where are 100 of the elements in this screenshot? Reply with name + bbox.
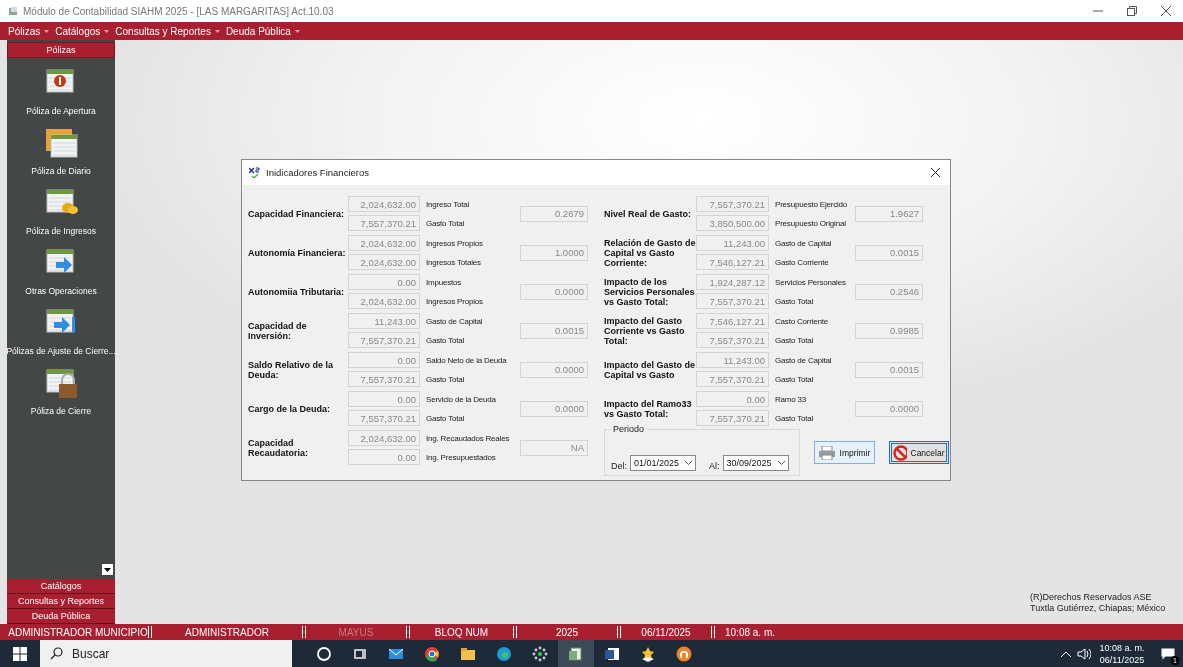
sidebar-item[interactable]: Póliza de Ingresos <box>26 186 96 244</box>
result-field[interactable]: 0.0015 <box>855 361 923 378</box>
amount-field[interactable]: 3,850,500.00 <box>696 215 769 231</box>
status-text: BLOQ NUM <box>433 626 490 638</box>
status-text: 2025 <box>554 626 580 638</box>
chevron-down-icon <box>777 461 785 465</box>
sidebar-item[interactable]: Póliza de Cierre <box>30 366 92 424</box>
sidebar-header[interactable]: Pólizas <box>7 42 115 58</box>
chevron-up-icon[interactable] <box>1061 650 1071 657</box>
result-field[interactable]: 0.0000 <box>855 400 923 417</box>
copyright-text: Tuxtla Gutiérrez, Chiapas; México <box>1030 603 1166 614</box>
result-field[interactable]: 0.0000 <box>520 400 588 417</box>
calendar-icon <box>44 366 78 400</box>
search-field[interactable]: Buscar <box>40 640 292 667</box>
spreadsheet-icon <box>567 644 585 663</box>
circle-icon <box>315 644 333 663</box>
printer-icon <box>817 445 836 460</box>
amount-field[interactable]: 11,243.00 <box>696 352 769 368</box>
result-field[interactable]: 0.2679 <box>520 205 588 222</box>
sidebar-section[interactable]: Consultas y Reportes <box>7 594 115 609</box>
status-text: ADMINISTRADOR <box>184 626 270 638</box>
prohibited-icon <box>892 444 907 461</box>
status-text: MAYUS <box>337 626 375 638</box>
from-label: Del: <box>611 461 627 471</box>
menu-item[interactable]: Catálogos <box>55 25 110 37</box>
copyright-text: (R)Derechos Reservados ASE <box>1030 592 1153 603</box>
amount-field[interactable]: 1,924,287.12 <box>696 274 769 290</box>
menu-item[interactable]: Pólizas <box>8 25 50 37</box>
dots-icon <box>531 644 549 663</box>
amount-caption: Gasto Total <box>425 217 466 229</box>
amount-field[interactable]: 0.00 <box>696 391 769 407</box>
amount-field[interactable]: 0.00 <box>348 274 420 290</box>
dropdown-button[interactable] <box>102 564 113 575</box>
amount-field[interactable]: 7,546,127.21 <box>696 313 769 329</box>
amount-field[interactable]: 7,557,370.21 <box>348 410 420 426</box>
browser-icon <box>423 644 441 663</box>
result-field[interactable]: 0.0000 <box>520 283 588 300</box>
close-icon <box>930 168 940 177</box>
menu-item[interactable]: Consultas y Reportes <box>115 25 220 37</box>
app-icon <box>8 6 18 16</box>
result-field[interactable]: 0.0000 <box>520 361 588 378</box>
result-field[interactable]: 1.9627 <box>855 205 923 222</box>
sidebar-item[interactable]: Otras Operaciones <box>25 246 97 304</box>
amount-caption: Ramo 33 <box>774 393 808 405</box>
indicator-label: Impacto del Gasto de Capital vs Gasto <box>604 359 696 380</box>
amount-caption: Gasto Total <box>774 295 815 307</box>
menu-item[interactable]: Deuda Pública <box>225 25 300 37</box>
amount-caption: Gasto Total <box>425 334 466 346</box>
caret-icon <box>214 29 220 33</box>
sidebar-item[interactable]: Póliza de Diario <box>31 126 91 184</box>
amount-field[interactable]: 0.00 <box>348 449 420 465</box>
to-label: Al: <box>709 461 720 471</box>
amount-field[interactable]: 7,557,370.21 <box>696 332 769 348</box>
amount-field[interactable]: 0.00 <box>348 352 420 368</box>
amount-field[interactable]: 2,024,632.00 <box>348 254 420 270</box>
formula-icon <box>249 167 261 178</box>
result-field[interactable]: 1.0000 <box>520 244 588 261</box>
result-field[interactable]: 0.0015 <box>855 244 923 261</box>
indicator-label: Nivel Real de Gasto: <box>604 208 693 219</box>
sidebar-section[interactable]: Catálogos <box>7 579 115 594</box>
amount-field[interactable]: 7,557,370.21 <box>696 196 769 212</box>
amount-field[interactable]: 7,557,370.21 <box>348 371 420 387</box>
date-picker[interactable]: 30/09/2025 <box>722 455 789 471</box>
amount-field[interactable]: 2,024,632.00 <box>348 430 420 446</box>
result-field[interactable]: 0.9985 <box>855 322 923 339</box>
amount-field[interactable]: 7,546,127.21 <box>696 254 769 270</box>
result-field[interactable]: NA <box>520 439 588 456</box>
print-button[interactable]: Imprimir <box>813 441 875 464</box>
sidebar-item[interactable]: Pólizas de Ajuste de Cierre... <box>6 306 116 364</box>
amount-field[interactable]: 7,557,370.21 <box>348 332 420 348</box>
caret-icon <box>104 29 110 33</box>
amount-field[interactable]: 11,243.00 <box>696 235 769 251</box>
amount-field[interactable]: 2,024,632.00 <box>348 235 420 251</box>
chevron-down-icon <box>685 461 692 465</box>
result-field[interactable]: 0.2546 <box>855 283 923 300</box>
taskbar-clock[interactable]: 10:08 a. m. 06/11/2025 <box>1097 641 1147 666</box>
amount-caption: Ingresos Propios <box>425 295 484 307</box>
indicator-label: Relación de Gasto de Capital vs Gasto Corriente: <box>604 237 696 268</box>
date-picker[interactable]: 01/01/2025 <box>630 455 696 471</box>
sidebar-item[interactable]: Póliza de Apertura <box>26 66 96 124</box>
amount-field[interactable]: 7,557,370.21 <box>696 371 769 387</box>
amount-field[interactable]: 2,024,632.00 <box>348 293 420 309</box>
speaker-icon[interactable] <box>1077 647 1091 660</box>
sidebar-section[interactable]: Deuda Pública <box>7 609 115 624</box>
caret-icon <box>294 29 300 33</box>
result-field[interactable]: 0.0015 <box>520 322 588 339</box>
amount-caption: Presupuesto Original <box>774 217 847 229</box>
amount-field[interactable]: 7,557,370.21 <box>696 410 769 426</box>
notification-icon[interactable] <box>1161 647 1175 660</box>
amount-field[interactable]: 7,557,370.21 <box>348 215 420 231</box>
amount-caption: Gasto de Capital <box>774 354 833 366</box>
amount-field[interactable]: 2,024,632.00 <box>348 196 420 212</box>
indicator-label: Capacidad Financiera: <box>248 208 346 219</box>
cancel-button[interactable]: Cancelar <box>888 441 949 464</box>
amount-field[interactable]: 0.00 <box>348 391 420 407</box>
amount-field[interactable]: 7,557,370.21 <box>696 293 769 309</box>
windows-icon <box>13 646 27 661</box>
amount-field[interactable]: 11,243.00 <box>348 313 420 329</box>
amount-caption: Presupuesto Ejercido <box>774 198 849 210</box>
taskbar-button[interactable] <box>558 640 594 667</box>
